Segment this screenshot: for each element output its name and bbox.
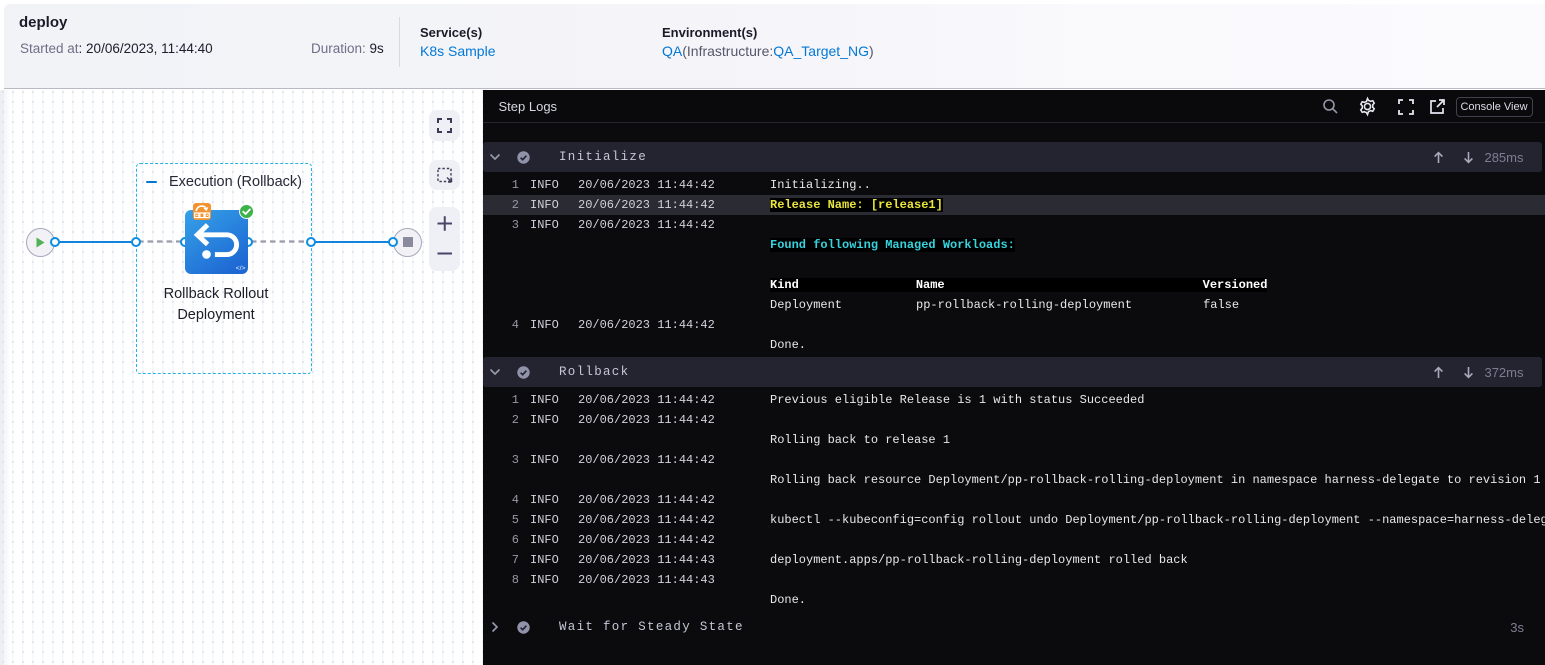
svg-text:</>: </> xyxy=(235,265,245,272)
